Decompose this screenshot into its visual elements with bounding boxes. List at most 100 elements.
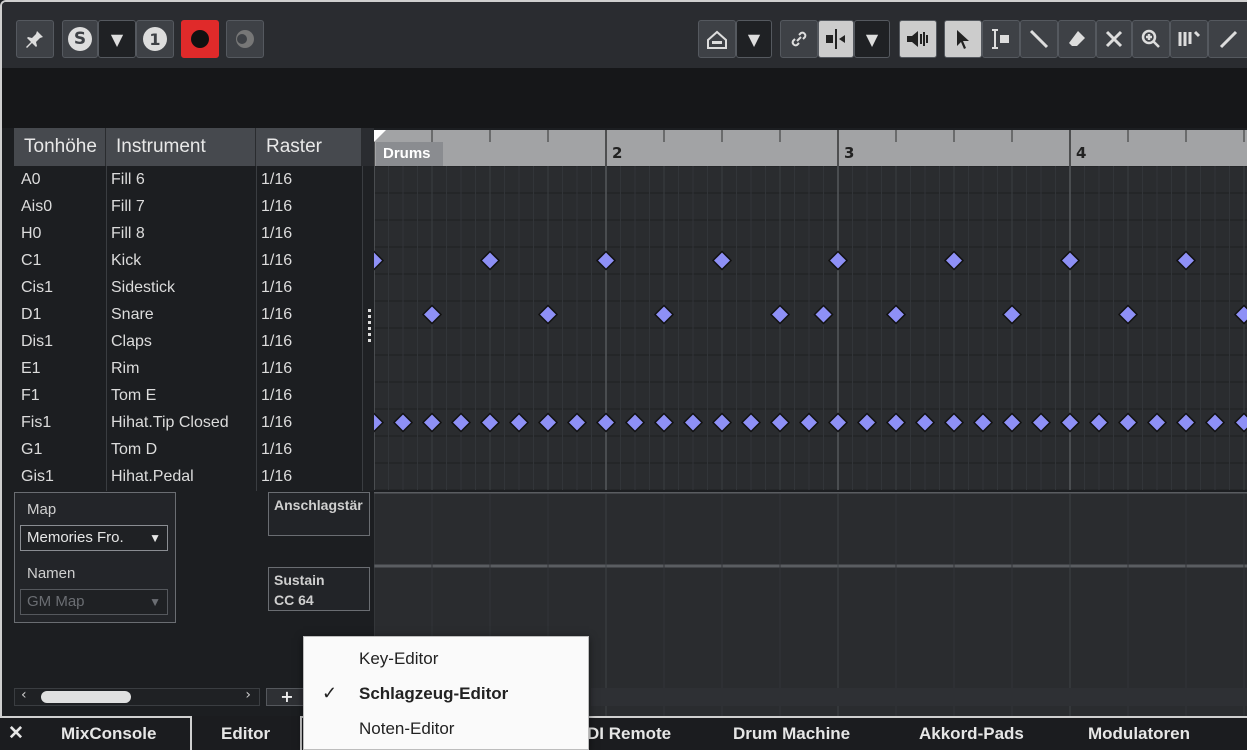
grid-scrollbar[interactable] [591, 688, 1247, 706]
velocity-lane-header[interactable]: Anschlagstär [268, 492, 370, 536]
tab-mixconsole[interactable]: MixConsole [61, 724, 156, 744]
drum-note[interactable] [711, 412, 733, 433]
drum-note[interactable] [537, 304, 559, 325]
drum-note[interactable] [856, 412, 878, 433]
snap-dropdown[interactable]: ▼ [854, 20, 890, 58]
column-header-instrument[interactable]: Instrument [106, 128, 256, 166]
step-input-button[interactable] [226, 20, 264, 58]
drum-note[interactable] [1233, 412, 1247, 433]
drum-note[interactable] [1059, 250, 1081, 271]
drum-note[interactable] [1001, 304, 1023, 325]
drum-note[interactable] [769, 412, 791, 433]
sustain-lane-header[interactable]: Sustain CC 64 [268, 567, 370, 611]
table-row[interactable]: D1 Snare 1/16 [16, 301, 362, 328]
scroll-left-icon[interactable]: ‹ [21, 687, 27, 703]
link-button[interactable] [780, 20, 818, 58]
drum-note[interactable] [1059, 412, 1081, 433]
drum-note[interactable] [885, 412, 907, 433]
tab-chord-pads[interactable]: Akkord-Pads [919, 724, 1024, 744]
drum-note[interactable] [827, 250, 849, 271]
drum-note[interactable] [1146, 412, 1168, 433]
tab-editor-active[interactable]: Editor [190, 716, 302, 750]
drum-note[interactable] [769, 304, 791, 325]
drum-note[interactable] [566, 412, 588, 433]
tab-midi-remote[interactable]: DI Remote [587, 724, 671, 744]
table-row[interactable]: F1 Tom E 1/16 [16, 382, 362, 409]
ruler[interactable]: 2 3 4 [374, 130, 1247, 166]
drum-note[interactable] [508, 412, 530, 433]
tab-modulators[interactable]: Modulatoren [1088, 724, 1190, 744]
drum-note[interactable] [798, 412, 820, 433]
drum-note[interactable] [1088, 412, 1110, 433]
drum-note[interactable] [450, 412, 472, 433]
acoustic-feedback-button[interactable] [899, 20, 937, 58]
drum-note[interactable] [595, 412, 617, 433]
drum-note[interactable] [1175, 412, 1197, 433]
drum-note[interactable] [653, 412, 675, 433]
range-selection-tool[interactable] [982, 20, 1020, 58]
horizontal-scrollbar[interactable]: ‹ › [14, 687, 260, 706]
editor-mode-one-button[interactable]: 1 [136, 20, 174, 58]
drum-note[interactable] [374, 412, 385, 433]
pin-button[interactable] [16, 20, 54, 58]
menu-item-key-editor[interactable]: Key-Editor [359, 649, 438, 669]
erase-tool[interactable] [1058, 20, 1096, 58]
map-select[interactable]: Memories Fro. ▼ [20, 525, 168, 551]
line-tool[interactable] [1208, 20, 1247, 58]
menu-item-drum-editor[interactable]: Schlagzeug-Editor [359, 684, 508, 704]
close-lower-zone-icon[interactable]: ✕ [8, 722, 24, 745]
drum-note[interactable] [1117, 412, 1139, 433]
column-header-quantize[interactable]: Raster [256, 128, 362, 166]
drum-note[interactable] [1204, 412, 1226, 433]
drum-note[interactable] [827, 412, 849, 433]
list-splitter[interactable] [362, 166, 374, 491]
drum-note[interactable] [813, 304, 834, 325]
drum-note[interactable] [711, 250, 733, 271]
drum-note[interactable] [374, 250, 385, 271]
drum-note[interactable] [943, 412, 965, 433]
drum-note[interactable] [914, 412, 936, 433]
drum-note[interactable] [479, 250, 501, 271]
mute-tool[interactable] [1096, 20, 1132, 58]
menu-item-score-editor[interactable]: Noten-Editor [359, 719, 454, 739]
drum-note[interactable] [972, 412, 994, 433]
drum-note[interactable] [1117, 304, 1139, 325]
drum-note[interactable] [421, 304, 443, 325]
add-lane-button[interactable]: + [266, 688, 308, 706]
record-button[interactable] [181, 20, 219, 58]
auto-scroll-dropdown[interactable]: ▼ [736, 20, 772, 58]
drum-note[interactable] [885, 304, 907, 325]
solo-dropdown[interactable]: ▼ [98, 20, 136, 58]
table-row[interactable]: G1 Tom D 1/16 [16, 436, 362, 463]
drum-note[interactable] [595, 250, 617, 271]
tab-drum-machine[interactable]: Drum Machine [733, 724, 850, 744]
table-row[interactable]: Ais0 Fill 7 1/16 [16, 193, 362, 220]
column-header-pitch[interactable]: Tonhöhe [14, 128, 106, 166]
table-row[interactable]: E1 Rim 1/16 [16, 355, 362, 382]
drumstick-tool[interactable] [1170, 20, 1208, 58]
drum-note[interactable] [392, 412, 414, 433]
drum-note[interactable] [1001, 412, 1023, 433]
names-select[interactable]: GM Map ▼ [20, 589, 168, 615]
drum-note[interactable] [1233, 304, 1247, 325]
drum-note[interactable] [653, 304, 675, 325]
solo-button[interactable]: S [62, 20, 98, 58]
drum-note[interactable] [479, 412, 501, 433]
table-row[interactable]: Gis1 Hihat.Pedal 1/16 [16, 463, 362, 490]
zoom-tool[interactable] [1132, 20, 1170, 58]
snap-button[interactable] [818, 20, 854, 58]
table-row[interactable]: H0 Fill 8 1/16 [16, 220, 362, 247]
object-selection-tool[interactable] [944, 20, 982, 58]
auto-scroll-button[interactable] [698, 20, 736, 58]
drum-note[interactable] [682, 412, 704, 433]
table-row[interactable]: Fis1 Hihat.Tip Closed 1/16 [16, 409, 362, 436]
table-row[interactable]: Dis1 Claps 1/16 [16, 328, 362, 355]
drum-note[interactable] [1030, 412, 1052, 433]
drum-note[interactable] [740, 412, 762, 433]
drum-note[interactable] [624, 412, 646, 433]
scrollbar-thumb[interactable] [41, 691, 131, 703]
drum-note[interactable] [943, 250, 965, 271]
drum-note[interactable] [421, 412, 443, 433]
table-row[interactable]: A0 Fill 6 1/16 [16, 166, 362, 193]
table-row[interactable]: Cis1 Sidestick 1/16 [16, 274, 362, 301]
